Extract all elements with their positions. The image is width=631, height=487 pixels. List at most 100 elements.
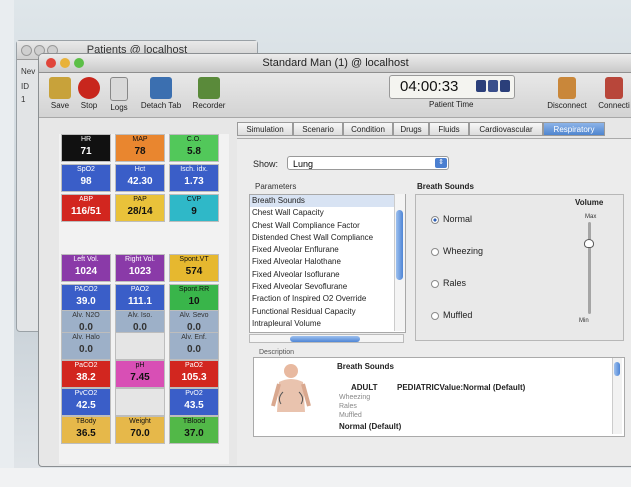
vital-value: 1024 bbox=[74, 266, 98, 277]
tab-condition[interactable]: Condition bbox=[343, 122, 393, 136]
breath-sounds-title: Breath Sounds bbox=[417, 182, 474, 191]
parameters-list[interactable]: Breath Sounds Chest Wall Capacity Chest Wa… bbox=[249, 194, 406, 333]
volume-slider-track[interactable] bbox=[588, 222, 591, 314]
radio-wheezing[interactable]: Wheezing bbox=[431, 246, 483, 256]
fast-forward-icon[interactable] bbox=[500, 80, 510, 92]
radio-normal[interactable]: Normal bbox=[431, 214, 472, 224]
detach-tab-button[interactable]: Detach Tab bbox=[137, 77, 185, 110]
parameter-item[interactable]: Chest Wall Compliance Factor bbox=[250, 220, 405, 232]
disconnect-button[interactable]: Disconnect bbox=[544, 77, 590, 110]
vital-value: 1023 bbox=[128, 266, 152, 277]
radio-rales[interactable]: Rales bbox=[431, 278, 466, 288]
tab-scenario[interactable]: Scenario bbox=[293, 122, 343, 136]
vital-value: 0.0 bbox=[187, 344, 201, 355]
tab-respiratory[interactable]: Respiratory bbox=[543, 122, 605, 136]
vital-value: 10 bbox=[188, 296, 200, 307]
vital-label: PAO2 bbox=[130, 286, 150, 293]
stop-label: Stop bbox=[80, 101, 98, 110]
vital-label: Alv. Halo bbox=[72, 334, 100, 341]
parameter-item[interactable]: Breath Sounds bbox=[250, 195, 405, 208]
vital-label: CVP bbox=[186, 196, 202, 203]
vital-tile bbox=[115, 332, 165, 360]
connect-button[interactable]: Connecti bbox=[594, 77, 631, 110]
recorder-button[interactable]: Recorder bbox=[189, 77, 229, 110]
tab-cardiovascular[interactable]: Cardiovascular bbox=[469, 122, 543, 136]
vital-tile: PAP 28/14 bbox=[115, 194, 165, 222]
vital-label: PaCO2 bbox=[74, 362, 98, 369]
volume-label: Volume bbox=[575, 198, 604, 207]
vital-tile: PvO2 43.5 bbox=[169, 388, 219, 416]
vital-value: 39.0 bbox=[76, 296, 96, 307]
vital-tile: Left Vol. 1024 bbox=[61, 254, 111, 282]
parameter-item[interactable]: Chest Wall Capacity bbox=[250, 207, 405, 219]
vital-tile: Spont.RR 10 bbox=[169, 284, 219, 312]
tab-simulation[interactable]: Simulation bbox=[237, 122, 293, 136]
main-window: Standard Man (1) @ localhost Save Stop L… bbox=[38, 53, 631, 467]
show-select[interactable]: Lung ⇕ bbox=[287, 156, 449, 170]
parameter-item[interactable]: Fixed Alveolar Isoflurane bbox=[250, 269, 405, 281]
tab-drugs[interactable]: Drugs bbox=[393, 122, 429, 136]
vital-label: Isch. idx. bbox=[180, 166, 208, 173]
vital-label: PvCO2 bbox=[74, 390, 98, 397]
parameter-item[interactable]: Fixed Alveolar Sevoflurane bbox=[250, 281, 405, 293]
description-heading: Breath Sounds bbox=[337, 362, 394, 371]
vital-value: 42.5 bbox=[76, 400, 96, 411]
volume-min-label: Min bbox=[579, 318, 589, 324]
parameter-item[interactable]: Intrapleural Volume bbox=[250, 318, 405, 330]
play-icon[interactable] bbox=[488, 80, 498, 92]
vital-tile: MAP 78 bbox=[115, 134, 165, 162]
description-title: Description bbox=[259, 349, 295, 356]
monitor-bezel-left bbox=[0, 0, 14, 487]
radio-wheezing-label: Wheezing bbox=[443, 246, 484, 256]
close-icon[interactable] bbox=[21, 45, 32, 56]
parameters-hscroll-thumb[interactable] bbox=[290, 336, 360, 342]
vital-tile: pH 7.45 bbox=[115, 360, 165, 388]
tab-fluids[interactable]: Fluids bbox=[429, 122, 469, 136]
logs-button[interactable]: Logs bbox=[105, 77, 133, 112]
volume-max-label: Max bbox=[585, 214, 597, 220]
vital-tile: ABP 116/51 bbox=[61, 194, 111, 222]
pause-icon[interactable] bbox=[476, 80, 486, 92]
vitals-panel: HR 71 MAP 78 C.O. 5.8 SpO2 98 Hct 42.30 Isch. idx.… bbox=[59, 134, 229, 464]
parameters-hscrollbar[interactable] bbox=[249, 334, 404, 343]
vital-label: Hct bbox=[134, 166, 146, 173]
parameter-item[interactable]: Fixed Alveolar Enflurane bbox=[250, 244, 405, 256]
vital-tile: Alv. Halo 0.0 bbox=[61, 332, 111, 360]
patient-figure-icon bbox=[271, 364, 311, 412]
parameter-item[interactable]: Functional Residual Capacity bbox=[250, 306, 405, 318]
stop-icon bbox=[78, 77, 100, 99]
radio-muffled-dot[interactable] bbox=[431, 311, 439, 320]
radio-normal-dot[interactable] bbox=[431, 215, 439, 224]
parameter-item[interactable]: Distended Chest Wall Compliance bbox=[250, 232, 405, 244]
window-title: Standard Man (1) @ localhost bbox=[262, 57, 409, 69]
vital-tile: PvCO2 42.5 bbox=[61, 388, 111, 416]
vital-value: 574 bbox=[185, 266, 203, 277]
logs-label: Logs bbox=[110, 103, 128, 112]
description-scrollbar[interactable] bbox=[612, 358, 622, 434]
recorder-label: Recorder bbox=[192, 101, 226, 110]
parameters-scroll-thumb[interactable] bbox=[396, 210, 403, 280]
radio-wheezing-dot[interactable] bbox=[431, 247, 439, 256]
title-bar[interactable]: Standard Man (1) @ localhost bbox=[39, 54, 631, 73]
connect-icon bbox=[605, 77, 623, 99]
vital-label: TBlood bbox=[182, 418, 206, 425]
logs-icon bbox=[110, 77, 128, 101]
vital-tile: TBlood 37.0 bbox=[169, 416, 219, 444]
parameter-item[interactable]: Fraction of Inspired O2 Override bbox=[250, 293, 405, 305]
parameter-item[interactable]: Fixed Alveolar Halothane bbox=[250, 256, 405, 268]
parameters-scrollbar[interactable] bbox=[394, 194, 405, 331]
vital-label: TBody bbox=[75, 418, 97, 425]
volume-slider-knob[interactable] bbox=[584, 238, 594, 248]
show-select-value: Lung bbox=[293, 159, 314, 169]
vital-value: 70.0 bbox=[130, 428, 150, 439]
radio-muffled[interactable]: Muffled bbox=[431, 310, 472, 320]
disconnect-icon bbox=[558, 77, 576, 99]
description-pediatric: PEDIATRICValue:Normal (Default) bbox=[397, 383, 526, 392]
vital-label: Alv. Sevo bbox=[179, 312, 209, 319]
vital-value: 7.45 bbox=[130, 372, 150, 383]
description-scroll-thumb[interactable] bbox=[614, 362, 620, 376]
vital-value: 0.0 bbox=[79, 344, 93, 355]
radio-rales-dot[interactable] bbox=[431, 279, 439, 288]
stop-button[interactable]: Stop bbox=[75, 77, 103, 110]
save-button[interactable]: Save bbox=[47, 77, 73, 110]
